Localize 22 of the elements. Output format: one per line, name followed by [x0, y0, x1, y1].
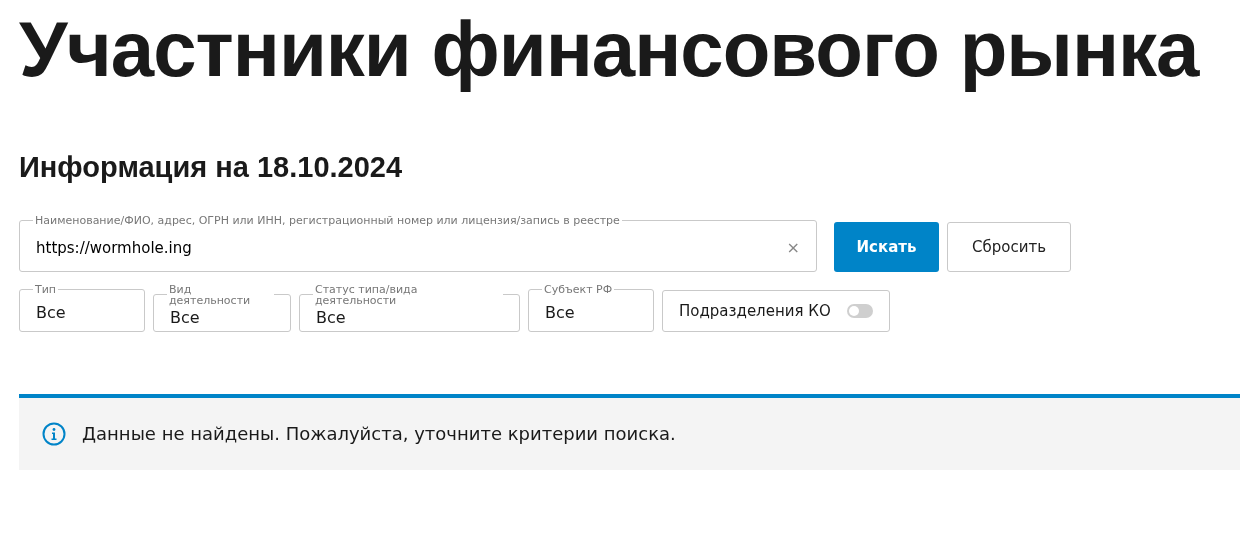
search-button[interactable]: Искать — [834, 221, 939, 272]
field-label: Тип — [34, 283, 58, 295]
reset-button[interactable]: Сбросить — [947, 221, 1071, 272]
info-date-heading: Информация на 18.10.2024 — [19, 150, 404, 185]
select-value: Все — [545, 301, 575, 324]
toggle-label: Подразделения КО — [679, 300, 831, 322]
select-value: Все — [316, 307, 346, 330]
search-field[interactable]: Наименование/ФИО, адрес, ОГРН или ИНН, регистрационный номер или лицензия/запись в реестре https://wormhole.ing × — [19, 214, 817, 272]
info-icon — [42, 421, 66, 446]
select-value: Все — [170, 307, 200, 330]
field-label: Статус типа/вида деятельности — [314, 283, 419, 306]
field-label: Вид деятельности — [168, 283, 252, 306]
filter-select[interactable]: Вид деятельности Все — [153, 283, 291, 332]
toggle-switch[interactable] — [846, 303, 873, 318]
filter-select[interactable]: Субъект РФ Все — [528, 283, 654, 332]
field-label: Наименование/ФИО, адрес, ОГРН или ИНН, регистрационный номер или лицензия/запись в реестре — [34, 214, 621, 226]
select-value: Все — [36, 301, 66, 324]
filter-select[interactable]: Тип Все — [19, 283, 145, 332]
notice-text: Данные не найдены. Пожалуйста, уточните критерии поиска. — [82, 422, 676, 447]
clear-icon[interactable]: × — [786, 240, 800, 257]
filter-select[interactable]: Статус типа/вида деятельности Все — [299, 283, 520, 332]
field-label: Субъект РФ — [543, 283, 614, 295]
